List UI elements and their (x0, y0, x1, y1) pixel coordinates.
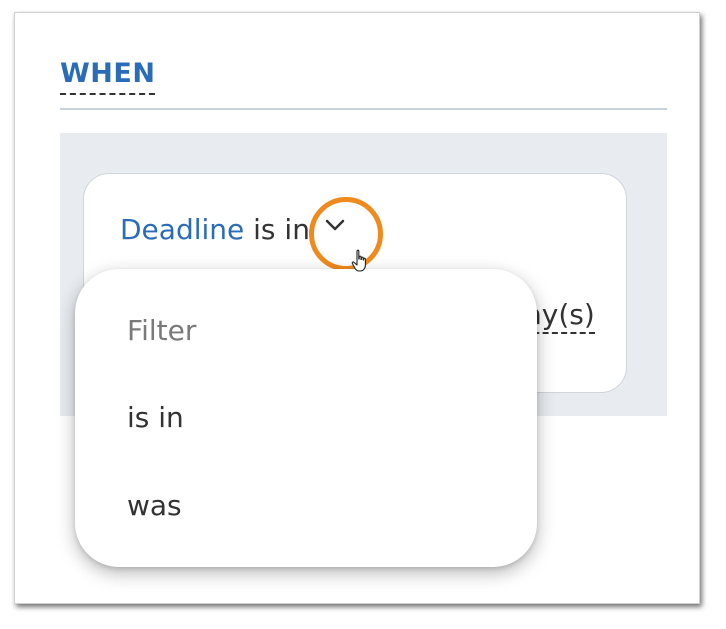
condition-operator[interactable]: is in (253, 213, 310, 246)
dropdown-option-is-in[interactable]: is in (127, 400, 184, 436)
hand-pointer-icon (351, 249, 366, 272)
condition-field[interactable]: Deadline (120, 213, 244, 246)
title-divider (60, 108, 667, 110)
highlight-circle (309, 197, 383, 271)
dropdown-option-was[interactable]: was (127, 488, 182, 524)
screenshot-frame: WHEN Deadline is in ny(s) Filter is in w… (14, 12, 700, 604)
dropdown-filter-input[interactable]: Filter (127, 313, 196, 349)
section-title: WHEN (60, 57, 156, 95)
operator-dropdown-menu: Filter is in was (75, 269, 537, 567)
condition-line: Deadline is in (120, 212, 310, 248)
